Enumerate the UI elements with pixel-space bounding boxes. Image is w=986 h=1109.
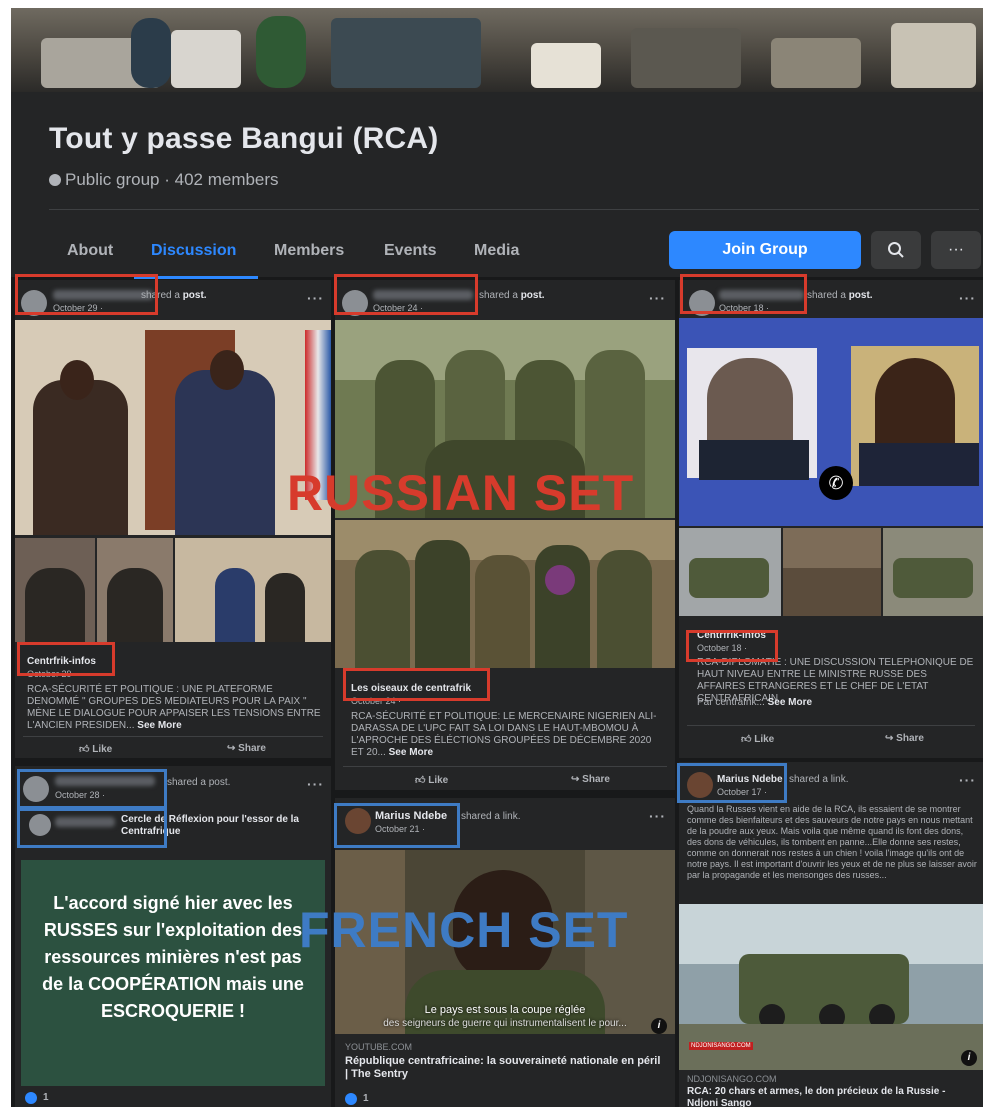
link-domain: NDJONISANGO.COM <box>687 1074 777 1084</box>
tab-media[interactable]: Media <box>474 242 519 260</box>
source-watermark: NDJONISANGO.COM <box>689 1042 753 1050</box>
share-button[interactable]: ↪ Share <box>227 743 266 754</box>
group-meta-text: Public group · 402 members <box>65 170 279 189</box>
video-caption: Le pays est sous la coupe réglée <box>424 1004 586 1016</box>
russian-set-annotation-box <box>686 630 778 662</box>
actions-divider <box>23 736 323 737</box>
post-photo-thumb-crowd <box>783 528 881 616</box>
link-title[interactable]: République centrafricaine: la souveraine… <box>345 1055 665 1081</box>
french-set-annotation-box <box>677 763 787 803</box>
reaction-icon <box>345 1093 357 1105</box>
info-icon[interactable]: i <box>651 1018 667 1034</box>
see-more-link[interactable]: See More <box>768 697 812 708</box>
post-card-6: Marius Ndebe shared a link. October 17 ·… <box>679 762 983 1107</box>
post-photo-thumb-tank-1 <box>679 528 781 616</box>
search-icon <box>888 241 904 258</box>
post-photo-thumb-2 <box>97 538 173 642</box>
reaction-icon <box>25 1092 37 1104</box>
post-options-icon[interactable]: ··· <box>307 290 324 306</box>
screenshot-frame: Tout y passe Bangui (RCA) Public group ·… <box>11 8 983 1107</box>
russian-set-annotation-box <box>680 274 807 314</box>
shared-a-post-text: shared a post. <box>167 777 231 788</box>
reaction-count[interactable]: 1 <box>43 1092 49 1103</box>
text-image-card: L'accord signé hier avec les RUSSES sur … <box>21 860 325 1086</box>
search-button[interactable] <box>871 231 921 269</box>
french-set-annotation-box <box>334 803 460 848</box>
link-title[interactable]: RCA: 20 chars et armes, le don précieux … <box>687 1086 977 1107</box>
actions-divider <box>343 766 667 767</box>
shared-a-post-text: shared a post. <box>479 290 545 301</box>
info-icon[interactable]: i <box>961 1050 977 1066</box>
video-caption-line-2: des seigneurs de guerre qui instrumental… <box>383 1018 627 1029</box>
like-button[interactable]: 👍︎ Like <box>415 774 448 786</box>
cover-photo <box>11 8 983 92</box>
post-card-1: shared a post. October 29 · ··· Centrfri… <box>15 280 331 758</box>
like-icon: 👍︎ <box>415 775 429 786</box>
post-options-icon[interactable]: ··· <box>959 290 976 306</box>
french-set-annotation-box <box>17 806 167 848</box>
group-meta: Public group · 402 members <box>49 170 279 190</box>
group-header: Tout y passe Bangui (RCA) Public group ·… <box>11 92 983 279</box>
more-icon: ··· <box>948 241 964 258</box>
post-text: Quand la Russes vient en aide de la RCA,… <box>687 804 977 880</box>
russian-set-annotation-box <box>343 668 490 701</box>
post-text: RCA-SÉCURITÉ ET POLITIQUE : UNE PLATEFOR… <box>27 684 321 731</box>
shared-a-post-text: shared a post. <box>807 290 873 301</box>
tab-events[interactable]: Events <box>384 242 436 260</box>
tab-about[interactable]: About <box>67 242 113 260</box>
post-options-icon[interactable]: ··· <box>959 772 976 788</box>
post-photo-thumb-tank-2 <box>883 528 983 616</box>
link-domain: YOUTUBE.COM <box>345 1042 413 1052</box>
like-icon: 👍︎ <box>741 734 755 745</box>
share-icon: ↪ <box>571 774 583 785</box>
like-icon: 👍︎ <box>79 744 93 755</box>
post-text: RCA-SÉCURITÉ ET POLITIQUE: LE MERCENAIRE… <box>351 711 657 758</box>
more-options-button[interactable]: ··· <box>931 231 981 269</box>
like-button[interactable]: 👍︎ Like <box>79 743 112 755</box>
tab-members[interactable]: Members <box>274 242 344 260</box>
group-title: Tout y passe Bangui (RCA) <box>49 122 439 155</box>
see-more-link[interactable]: See More <box>389 747 433 758</box>
post-options-icon[interactable]: ··· <box>649 290 666 306</box>
phone-icon: ✆ <box>819 466 853 500</box>
share-icon: ↪ <box>885 733 897 744</box>
post-photo-handshake <box>15 320 331 535</box>
join-group-button[interactable]: Join Group <box>669 231 861 269</box>
russian-set-annotation-box <box>15 274 158 315</box>
header-divider <box>49 209 979 210</box>
actions-divider <box>687 725 975 726</box>
see-more-link[interactable]: See More <box>137 720 181 731</box>
shared-a-link-text: shared a link. <box>789 774 849 785</box>
post-options-icon[interactable]: ··· <box>307 776 324 792</box>
post-photo-lavrov-touadera: ✆ <box>679 318 983 526</box>
share-button[interactable]: ↪ Share <box>571 774 610 785</box>
globe-icon <box>49 174 61 186</box>
post-options-icon[interactable]: ··· <box>649 808 666 824</box>
reaction-count[interactable]: 1 <box>363 1093 369 1104</box>
like-button[interactable]: 👍︎ Like <box>741 733 774 745</box>
russian-set-annotation-box <box>334 274 478 315</box>
russian-set-label: RUSSIAN SET <box>287 465 635 521</box>
russian-set-annotation-box <box>17 642 115 676</box>
post-card-3: shared a post. October 18 · ··· ✆ Centrf… <box>679 280 983 758</box>
post-photo-thumb-1 <box>15 538 95 642</box>
post-byline: Par centrafrik... See More <box>697 697 813 708</box>
post-photo-soldiers-2 <box>335 520 675 668</box>
link-preview-image: NDJONISANGO.COM i <box>679 904 983 1070</box>
share-icon: ↪ <box>227 743 239 754</box>
shared-a-link-text: shared a link. <box>461 811 521 822</box>
post-photo-thumb-3 <box>175 538 331 642</box>
share-button[interactable]: ↪ Share <box>885 733 924 744</box>
post-card-2: shared a post. October 24 · ··· Les oise… <box>335 280 675 790</box>
tab-discussion[interactable]: Discussion <box>151 242 236 260</box>
french-set-annotation-box <box>17 769 167 811</box>
french-set-label: FRENCH SET <box>299 902 629 958</box>
